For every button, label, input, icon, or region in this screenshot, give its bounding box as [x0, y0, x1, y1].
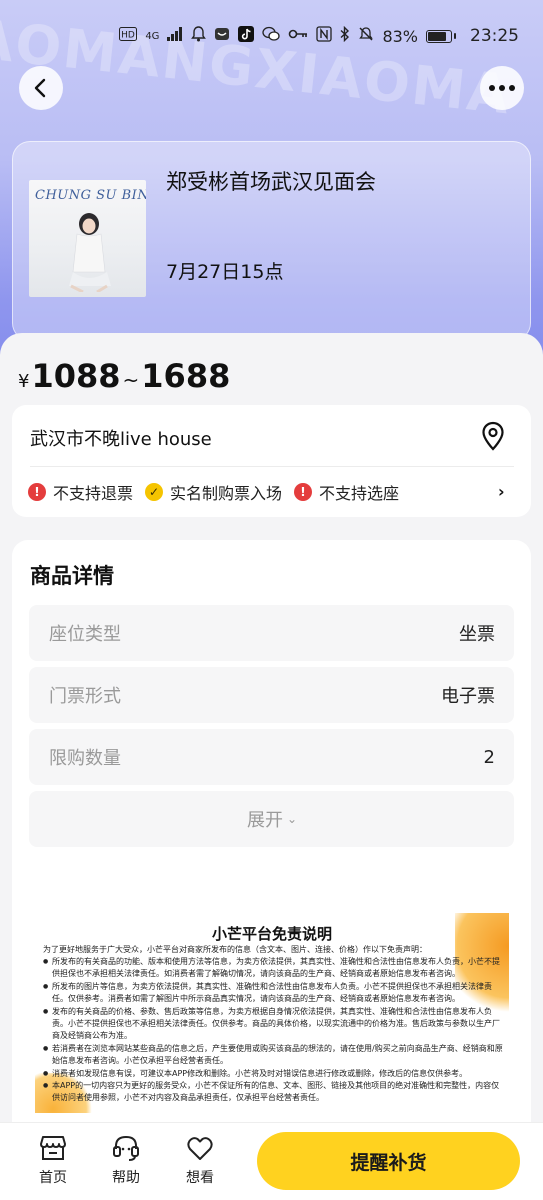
detail-key: 门票形式	[49, 686, 121, 707]
ticket-policy-tags[interactable]: ! 不支持退票 ✓ 实名制购票入场 ! 不支持选座	[28, 480, 411, 504]
more-dots-icon	[489, 85, 515, 91]
disclaimer-image: 小芒平台免责说明 为了更好地服务于广大受众，小芒平台对商家所发布的信息（含文本、…	[35, 913, 509, 1113]
back-button[interactable]	[19, 66, 63, 110]
tag-no-seat-selection: ! 不支持选座	[294, 480, 399, 504]
disclaimer-intro: 为了更好地服务于广大受众，小芒平台对商家所发布的信息（含文本、图片、连接、价格）…	[43, 945, 427, 954]
hd-icon: HD	[119, 27, 138, 45]
battery-icon	[426, 29, 456, 43]
mute-icon	[358, 26, 374, 46]
nav-home[interactable]: 首页	[28, 1133, 78, 1187]
details-title: 商品详情	[30, 564, 114, 588]
disclaimer-item: 若消费者在浏览本网站某些商品的信息之后，产生要使用或购买该商品的想法的，请在使用…	[43, 1043, 503, 1068]
poster-title: CHUNG SU BIN	[35, 188, 146, 203]
disclaimer-title: 小芒平台免责说明	[211, 925, 332, 943]
bluetooth-icon	[340, 25, 350, 46]
key-icon	[288, 28, 308, 44]
price-range: ¥ 1088 ~ 1688	[18, 357, 230, 395]
tag-no-refund: ! 不支持退票	[28, 480, 133, 504]
disclaimer-item: 消费者如发现信息有误，可建议本APP修改和删除。小芒将及时对错误信息进行修改或删…	[43, 1068, 503, 1081]
headset-icon	[113, 1135, 139, 1161]
nav-label: 首页	[39, 1170, 67, 1186]
disclaimer-list: 所发布的有关商品的功能、版本和使用方法等信息，为卖方依法提供，其真实性、准确性和…	[43, 956, 503, 1105]
warning-icon: !	[294, 483, 313, 501]
signal-icon	[167, 27, 183, 45]
detail-row-ticket-form: 门票形式 电子票	[29, 667, 514, 723]
tag-label: 不支持选座	[319, 484, 400, 503]
expand-label: 展开	[246, 810, 283, 831]
warning-icon: !	[28, 483, 46, 501]
network-label: 4G	[145, 30, 160, 42]
wechat-icon	[262, 26, 281, 46]
detail-value: 2	[483, 746, 495, 768]
disclaimer-item: 本APP的一切内容只为更好的服务受众，小芒不保证所有的信息、文本、图形、链接及其…	[43, 1080, 503, 1105]
tag-label: 不支持退票	[53, 484, 134, 503]
expand-button[interactable]: 展开 ⌄	[29, 791, 514, 847]
price-max: 1688	[141, 357, 231, 395]
battery-percent: 83%	[382, 26, 418, 46]
divider	[30, 466, 514, 467]
venue-name: 武汉市不晚live house	[30, 429, 212, 450]
disclaimer-item: 发布的有关商品的价格、参数、售后政策等信息，为卖方根据自身情况依法提供，其真实性…	[43, 1006, 503, 1043]
detail-row-purchase-limit: 限购数量 2	[29, 729, 514, 785]
check-icon: ✓	[145, 483, 164, 501]
disclaimer-item: 所发布的有关商品的功能、版本和使用方法等信息，为卖方依法提供，其真实性、准确性和…	[43, 956, 503, 981]
nfc-icon	[316, 26, 333, 46]
tiktok-icon	[238, 26, 255, 46]
more-button[interactable]	[480, 66, 524, 110]
nav-label: 想看	[186, 1170, 214, 1186]
tag-real-name: ✓ 实名制购票入场	[145, 480, 282, 504]
svg-text:HD: HD	[121, 31, 135, 41]
detail-row-seat-type: 座位类型 坐票	[29, 605, 514, 661]
detail-value: 坐票	[459, 624, 495, 645]
poster-figure-image	[69, 213, 111, 292]
nav-help[interactable]: 帮助	[101, 1133, 151, 1187]
detail-key: 限购数量	[49, 748, 121, 769]
event-poster[interactable]: CHUNG SU BIN	[29, 180, 146, 297]
chevron-left-icon	[34, 78, 46, 98]
mail-icon	[214, 26, 230, 46]
heart-icon	[187, 1137, 213, 1160]
price-separator: ~	[122, 368, 140, 392]
detail-key: 座位类型	[49, 624, 121, 645]
tag-label: 实名制购票入场	[170, 484, 283, 503]
nav-label: 帮助	[112, 1170, 140, 1186]
price-min: 1088	[31, 357, 121, 395]
notify-restock-button[interactable]: 提醒补货	[257, 1132, 520, 1190]
chevron-right-icon[interactable]: ›	[498, 482, 505, 501]
chevron-down-icon: ⌄	[286, 812, 298, 826]
location-pin-icon[interactable]	[480, 421, 506, 451]
detail-value: 电子票	[441, 686, 495, 707]
price-currency: ¥	[18, 371, 30, 392]
clock: 23:25	[470, 26, 519, 46]
nav-want-to-see[interactable]: 想看	[175, 1133, 225, 1187]
bell-icon	[191, 26, 207, 46]
event-date: 7月27日15点	[166, 261, 284, 283]
disclaimer-item: 所发布的图片等信息，为卖方依法提供，其真实性、准确性和合法性由信息发布人负责。小…	[43, 981, 503, 1006]
shop-icon	[40, 1136, 66, 1160]
event-title: 郑受彬首场武汉见面会	[166, 170, 376, 194]
status-bar: HD 4G 83% 23:25	[0, 0, 543, 72]
